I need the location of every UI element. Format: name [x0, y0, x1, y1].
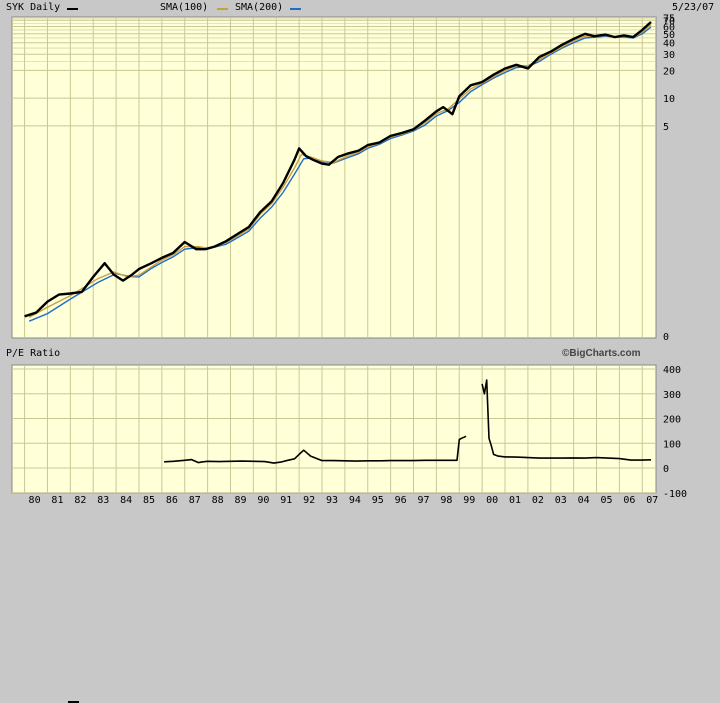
x-tick-label: 87: [189, 495, 201, 506]
x-tick-label: 82: [74, 495, 86, 506]
x-tick-label: 81: [51, 495, 63, 506]
x-tick-label: 00: [486, 495, 498, 506]
pe-plot-area: [11, 364, 657, 494]
x-tick-label: 03: [555, 495, 567, 506]
price-y-tick-label: 30: [663, 50, 675, 61]
x-tick-label: 93: [326, 495, 338, 506]
x-tick-label: 99: [463, 495, 475, 506]
pe-y-tick-label: 400: [663, 365, 681, 376]
x-tick-label: 96: [395, 495, 407, 506]
x-tick-label: 98: [440, 495, 452, 506]
pe-y-tick-label: 100: [663, 439, 681, 450]
x-tick-label: 04: [578, 495, 590, 506]
pe-y-tick-label: 300: [663, 390, 681, 401]
x-tick-label: 90: [257, 495, 269, 506]
x-tick-label: 92: [303, 495, 315, 506]
x-tick-label: 94: [349, 495, 361, 506]
x-tick-label: 84: [120, 495, 132, 506]
pe-y-tick-label: -100: [663, 489, 687, 500]
x-tick-label: 02: [532, 495, 544, 506]
price-y-tick-label: 5: [663, 122, 669, 133]
price-y-tick-label: 0: [663, 332, 669, 343]
pe-y-tick-label: 0: [663, 464, 669, 475]
price-plot-area: [11, 16, 657, 339]
x-tick-label: 97: [417, 495, 429, 506]
x-tick-label: 86: [166, 495, 178, 506]
x-tick-label: 07: [646, 495, 658, 506]
x-tick-label: 89: [234, 495, 246, 506]
x-tick-label: 95: [372, 495, 384, 506]
price-y-tick-label: 20: [663, 66, 675, 77]
x-tick-label: 83: [97, 495, 109, 506]
x-tick-label: 80: [29, 495, 41, 506]
chart-svg: 80 81 82 83 84 85 86 87 88 89 90 91 92 93 94 95 96 97 98 99…: [11, 14, 687, 506]
x-tick-label: 05: [600, 495, 612, 506]
price-y-tick-label: 40: [663, 39, 675, 50]
x-tick-label: 91: [280, 495, 292, 506]
x-tick-label: 06: [623, 495, 635, 506]
x-tick-label: 85: [143, 495, 155, 506]
pe-y-tick-label: 200: [663, 415, 681, 426]
price-y-tick-label: 10: [663, 94, 675, 105]
x-tick-label: 01: [509, 495, 521, 506]
x-tick-label: 88: [212, 495, 224, 506]
